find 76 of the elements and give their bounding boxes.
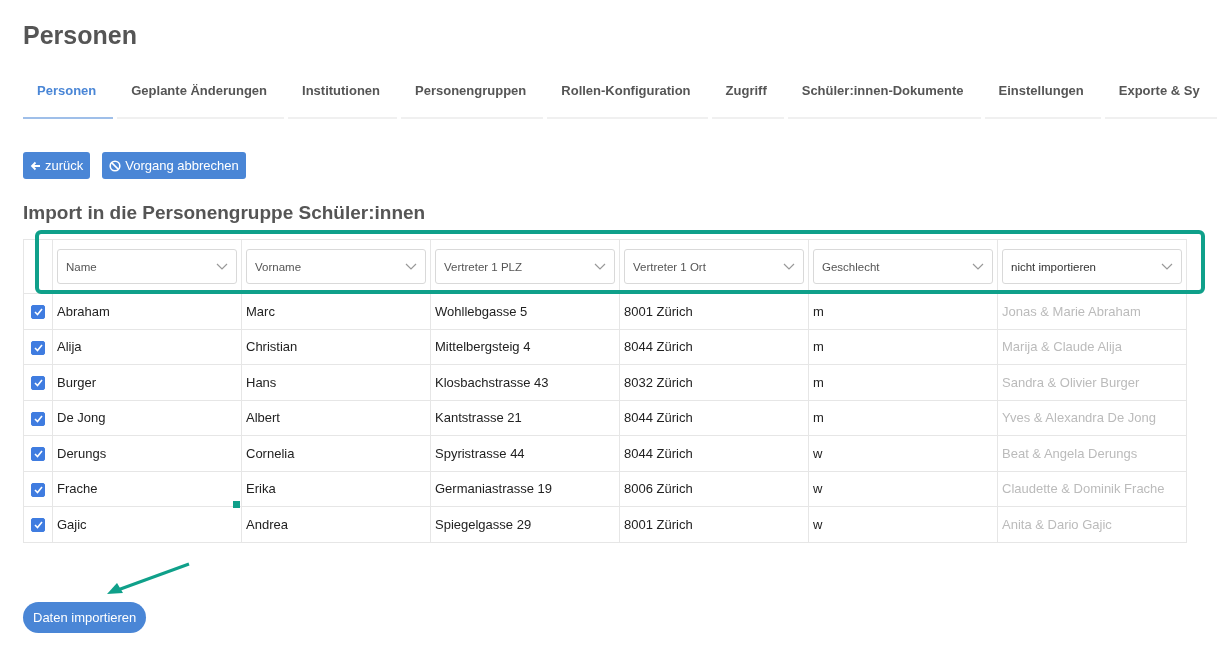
cancel-button[interactable]: Vorgang abbrechen <box>102 152 246 179</box>
table-cell: Cornelia <box>241 435 431 471</box>
chevron-down-icon <box>1161 263 1173 270</box>
column-mapping-select[interactable]: Vertreter 1 Ort <box>624 249 804 284</box>
row-checkbox[interactable] <box>31 482 45 497</box>
table-cell: Kantstrasse 21 <box>430 400 620 436</box>
table-cell: Burger <box>52 364 242 400</box>
table-cell: Andrea <box>241 506 431 542</box>
table-cell: 8001 Zürich <box>619 293 809 329</box>
table-cell: m <box>808 293 998 329</box>
tab[interactable]: Exporte & Sy <box>1104 76 1217 119</box>
tab[interactable]: Personen <box>23 76 114 119</box>
table-cell: Albert <box>241 400 431 436</box>
chevron-down-icon <box>405 263 417 270</box>
tab[interactable]: Rollen-Konfiguration <box>547 76 708 119</box>
table-cell: w <box>808 435 998 471</box>
tab[interactable]: Zugriff <box>711 76 784 119</box>
row-checkbox[interactable] <box>31 340 45 355</box>
table-cell: Spiegelgasse 29 <box>430 506 620 542</box>
table-cell: De Jong <box>52 400 242 436</box>
chevron-down-icon <box>972 263 984 270</box>
table-cell: 8001 Zürich <box>619 506 809 542</box>
table-cell: Alija <box>52 329 242 365</box>
table-cell: Sandra & Olivier Burger <box>997 364 1187 400</box>
table-cell: Marc <box>241 293 431 329</box>
table-cell: 8044 Zürich <box>619 435 809 471</box>
row-checkbox[interactable] <box>31 305 45 320</box>
import-button[interactable]: Daten importieren <box>23 602 147 633</box>
chevron-down-icon <box>216 263 228 270</box>
table-cell: Spyristrasse 44 <box>430 435 620 471</box>
row-checkbox[interactable] <box>31 376 45 391</box>
table-cell: Gajic <box>52 506 242 542</box>
table-cell: Jonas & Marie Abraham <box>997 293 1187 329</box>
table-cell: m <box>808 329 998 365</box>
chevron-down-icon <box>594 263 606 270</box>
tab[interactable]: Institutionen <box>288 76 398 119</box>
table-cell: w <box>808 506 998 542</box>
table-cell: Mittelbergsteig 4 <box>430 329 620 365</box>
table-cell: m <box>808 400 998 436</box>
chevron-down-icon <box>783 263 795 270</box>
row-checkbox[interactable] <box>31 518 45 533</box>
table-cell: 8044 Zürich <box>619 400 809 436</box>
table-cell: Erika <box>241 471 431 507</box>
table-cell: Hans <box>241 364 431 400</box>
table-cell: 8032 Zürich <box>619 364 809 400</box>
table-cell: Claudette & Dominik Frache <box>997 471 1187 507</box>
table-cell: Germaniastrasse 19 <box>430 471 620 507</box>
table-cell: Beat & Angela Derungs <box>997 435 1187 471</box>
table-cell: Klosbachstrasse 43 <box>430 364 620 400</box>
row-checkbox[interactable] <box>31 447 45 462</box>
tab[interactable]: Personengruppen <box>401 76 544 119</box>
tab[interactable]: Schüler:innen-Dokumente <box>787 76 981 119</box>
arrow-left-icon <box>30 160 41 171</box>
table-cell: Yves & Alexandra De Jong <box>997 400 1187 436</box>
tab[interactable]: Geplante Änderungen <box>117 76 285 119</box>
table-cell: Marija & Claude Alija <box>997 329 1187 365</box>
column-mapping-select[interactable]: Vertreter 1 PLZ <box>435 249 615 284</box>
table-cell: Abraham <box>52 293 242 329</box>
column-mapping-select[interactable]: Vorname <box>246 249 426 284</box>
page-title: Personen <box>23 20 138 50</box>
tab[interactable]: Einstellungen <box>984 76 1101 119</box>
section-heading: Import in die Personengruppe Schüler:innen <box>23 201 427 225</box>
column-mapping-select[interactable]: Name <box>57 249 237 284</box>
table-cell: Derungs <box>52 435 242 471</box>
row-checkbox[interactable] <box>31 411 45 426</box>
table-cell: Christian <box>241 329 431 365</box>
table-cell: 8044 Zürich <box>619 329 809 365</box>
back-button[interactable]: zurück <box>23 152 91 179</box>
column-mapping-select[interactable]: nicht importieren <box>1002 249 1182 284</box>
table-cell: 8006 Zürich <box>619 471 809 507</box>
table-cell: Anita & Dario Gajic <box>997 506 1187 542</box>
table-cell: m <box>808 364 998 400</box>
table-cell: w <box>808 471 998 507</box>
table-cell: Wohllebgasse 5 <box>430 293 620 329</box>
prohibited-icon <box>109 159 122 172</box>
column-mapping-select[interactable]: Geschlecht <box>813 249 993 284</box>
